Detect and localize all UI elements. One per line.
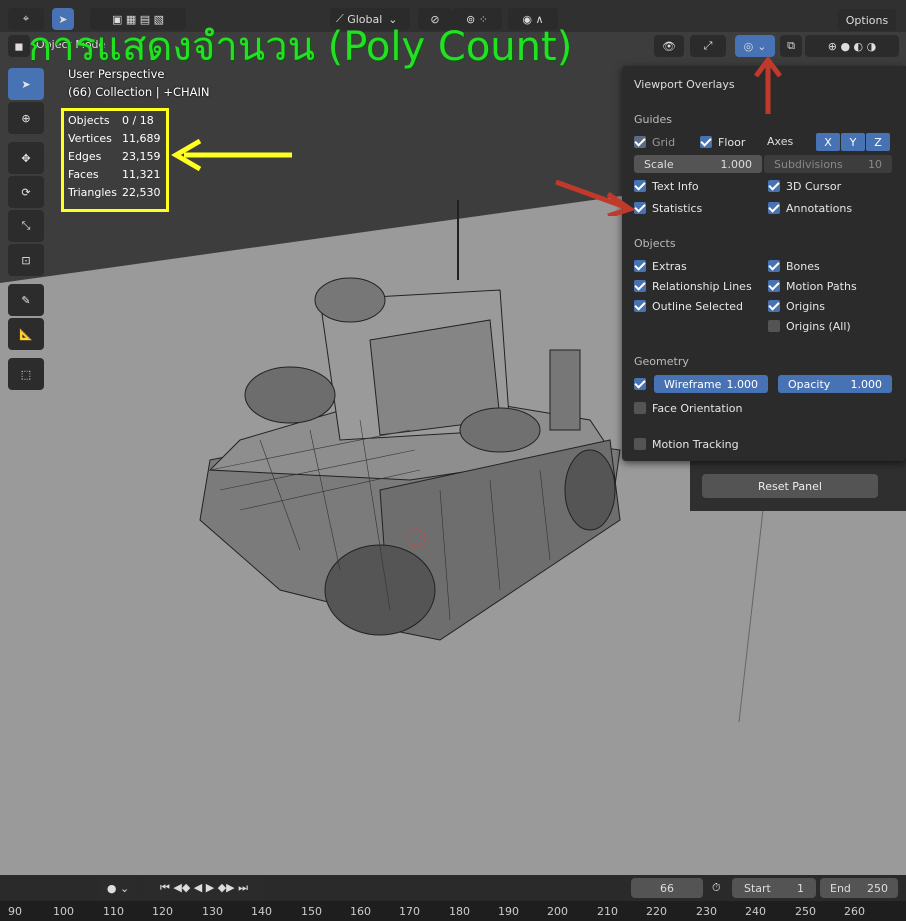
text-info-checkbox[interactable]: Text Info: [634, 177, 699, 195]
stat-vertices: Vertices 11,689: [68, 131, 161, 145]
ruler-tick: 250: [795, 905, 816, 918]
statistics-box: Objects 0 / 18 Vertices 11,689 Edges 23,159…: [61, 108, 169, 212]
object-mode-icon[interactable]: ◼: [8, 35, 30, 57]
yellow-arrow-icon: [171, 138, 292, 172]
playback-controls[interactable]: ⏮ ◀◆ ◀ ▶ ◆▶ ⏭: [145, 878, 263, 898]
ruler-tick: 190: [498, 905, 519, 918]
opacity-field[interactable]: Opacity 1.000: [778, 375, 892, 393]
light-line: [738, 510, 764, 723]
measure-tool-icon[interactable]: 📐: [8, 318, 44, 350]
ruler-tick: 110: [103, 905, 124, 918]
subdivisions-field[interactable]: Subdivisions 10: [764, 155, 892, 173]
gizmo-icon[interactable]: ⤢: [690, 35, 726, 57]
ruler-tick: 130: [202, 905, 223, 918]
scale-field[interactable]: Scale 1.000: [634, 155, 762, 173]
keyframe-icon[interactable]: ● ⌄: [98, 878, 138, 898]
shading-mode-buttons[interactable]: ⊕ ● ◐ ◑: [805, 35, 899, 57]
3d-cursor-checkbox[interactable]: 3D Cursor: [768, 177, 841, 195]
outline-selected-checkbox[interactable]: Outline Selected: [634, 297, 743, 315]
start-frame-field[interactable]: Start 1: [732, 878, 816, 898]
ruler-tick: 100: [53, 905, 74, 918]
motion-paths-checkbox[interactable]: Motion Paths: [768, 277, 857, 295]
relationship-lines-checkbox[interactable]: Relationship Lines: [634, 277, 752, 295]
guides-section: Guides: [634, 113, 673, 126]
move-tool-icon[interactable]: ✥: [8, 142, 44, 174]
collection-label: (66) Collection | +CHAIN: [68, 85, 210, 99]
extras-checkbox[interactable]: Extras: [634, 257, 687, 275]
geometry-section: Geometry: [634, 355, 689, 368]
transform-tool-icon[interactable]: ⊡: [8, 244, 44, 276]
overlays-icon: ◎: [743, 39, 754, 53]
red-arrow-right-icon: [555, 179, 636, 216]
red-arrow-up-icon: [754, 55, 782, 114]
stat-triangles: Triangles 22,530: [68, 185, 161, 199]
axis-x-toggle[interactable]: X: [816, 133, 840, 151]
floor-checkbox[interactable]: Floor: [700, 133, 745, 151]
add-cube-tool-icon[interactable]: ⬚: [8, 358, 44, 390]
viewport-overlays-popup: Viewport Overlays Guides Grid Floor Axes…: [622, 66, 906, 461]
wireframe-field[interactable]: Wireframe 1.000: [654, 375, 768, 393]
ruler-tick: 150: [301, 905, 322, 918]
ruler-tick: 210: [597, 905, 618, 918]
perspective-label: User Perspective: [68, 67, 165, 81]
objects-section: Objects: [634, 237, 676, 250]
ruler-tick: 160: [350, 905, 371, 918]
stat-objects: Objects 0 / 18: [68, 113, 154, 127]
ruler-tick: 180: [449, 905, 470, 918]
ruler-tick: 170: [399, 905, 420, 918]
grid-checkbox[interactable]: Grid: [634, 133, 675, 151]
bones-checkbox[interactable]: Bones: [768, 257, 820, 275]
select-box-tool-icon[interactable]: ➤: [8, 68, 44, 100]
origins-all-checkbox[interactable]: Origins (All): [768, 317, 851, 335]
reset-panel-button[interactable]: Reset Panel: [702, 474, 878, 498]
statistics-checkbox[interactable]: Statistics: [634, 199, 702, 217]
axes-label: Axes: [767, 135, 794, 148]
scale-tool-icon[interactable]: ⤡: [8, 210, 44, 242]
cursor-tool-icon[interactable]: ⊕: [8, 102, 44, 134]
ruler-tick: 220: [646, 905, 667, 918]
tank-model[interactable]: [180, 190, 640, 660]
wireframe-checkbox[interactable]: [634, 375, 646, 393]
tool-shelf: ➤ ⊕ ✥ ⟳ ⤡ ⊡ ✎ 📐 ⬚: [8, 66, 52, 392]
end-frame-field[interactable]: End 250: [820, 878, 898, 898]
frame-ruler[interactable]: 90 100 110 120 130 140 150 160 170 180 1…: [0, 901, 906, 921]
options-dropdown[interactable]: Options: [838, 9, 896, 31]
chevron-down-icon: ⌄: [757, 39, 767, 53]
ruler-tick: 120: [152, 905, 173, 918]
stat-edges: Edges 23,159: [68, 149, 161, 163]
motion-tracking-checkbox[interactable]: Motion Tracking: [634, 435, 739, 453]
timeline-bar: ● ⌄ ⏮ ◀◆ ◀ ▶ ◆▶ ⏭ 66 ⏱ Start 1 End 250: [0, 875, 906, 901]
current-frame-field[interactable]: 66: [631, 878, 703, 898]
ruler-tick: 260: [844, 905, 865, 918]
annotations-checkbox[interactable]: Annotations: [768, 199, 852, 217]
overlays-title: Viewport Overlays: [634, 78, 735, 91]
origins-checkbox[interactable]: Origins: [768, 297, 825, 315]
visibility-icon[interactable]: 👁: [654, 35, 684, 57]
face-orientation-checkbox[interactable]: Face Orientation: [634, 399, 742, 417]
annotate-tool-icon[interactable]: ✎: [8, 284, 44, 316]
stat-faces: Faces 11,321: [68, 167, 161, 181]
ruler-tick: 240: [745, 905, 766, 918]
stopwatch-icon[interactable]: ⏱: [712, 881, 721, 895]
ruler-tick: 200: [547, 905, 568, 918]
ruler-tick: 230: [696, 905, 717, 918]
ruler-tick: 140: [251, 905, 272, 918]
rotate-tool-icon[interactable]: ⟳: [8, 176, 44, 208]
axis-y-toggle[interactable]: Y: [841, 133, 865, 151]
ruler-tick: 90: [8, 905, 22, 918]
axis-z-toggle[interactable]: Z: [866, 133, 890, 151]
